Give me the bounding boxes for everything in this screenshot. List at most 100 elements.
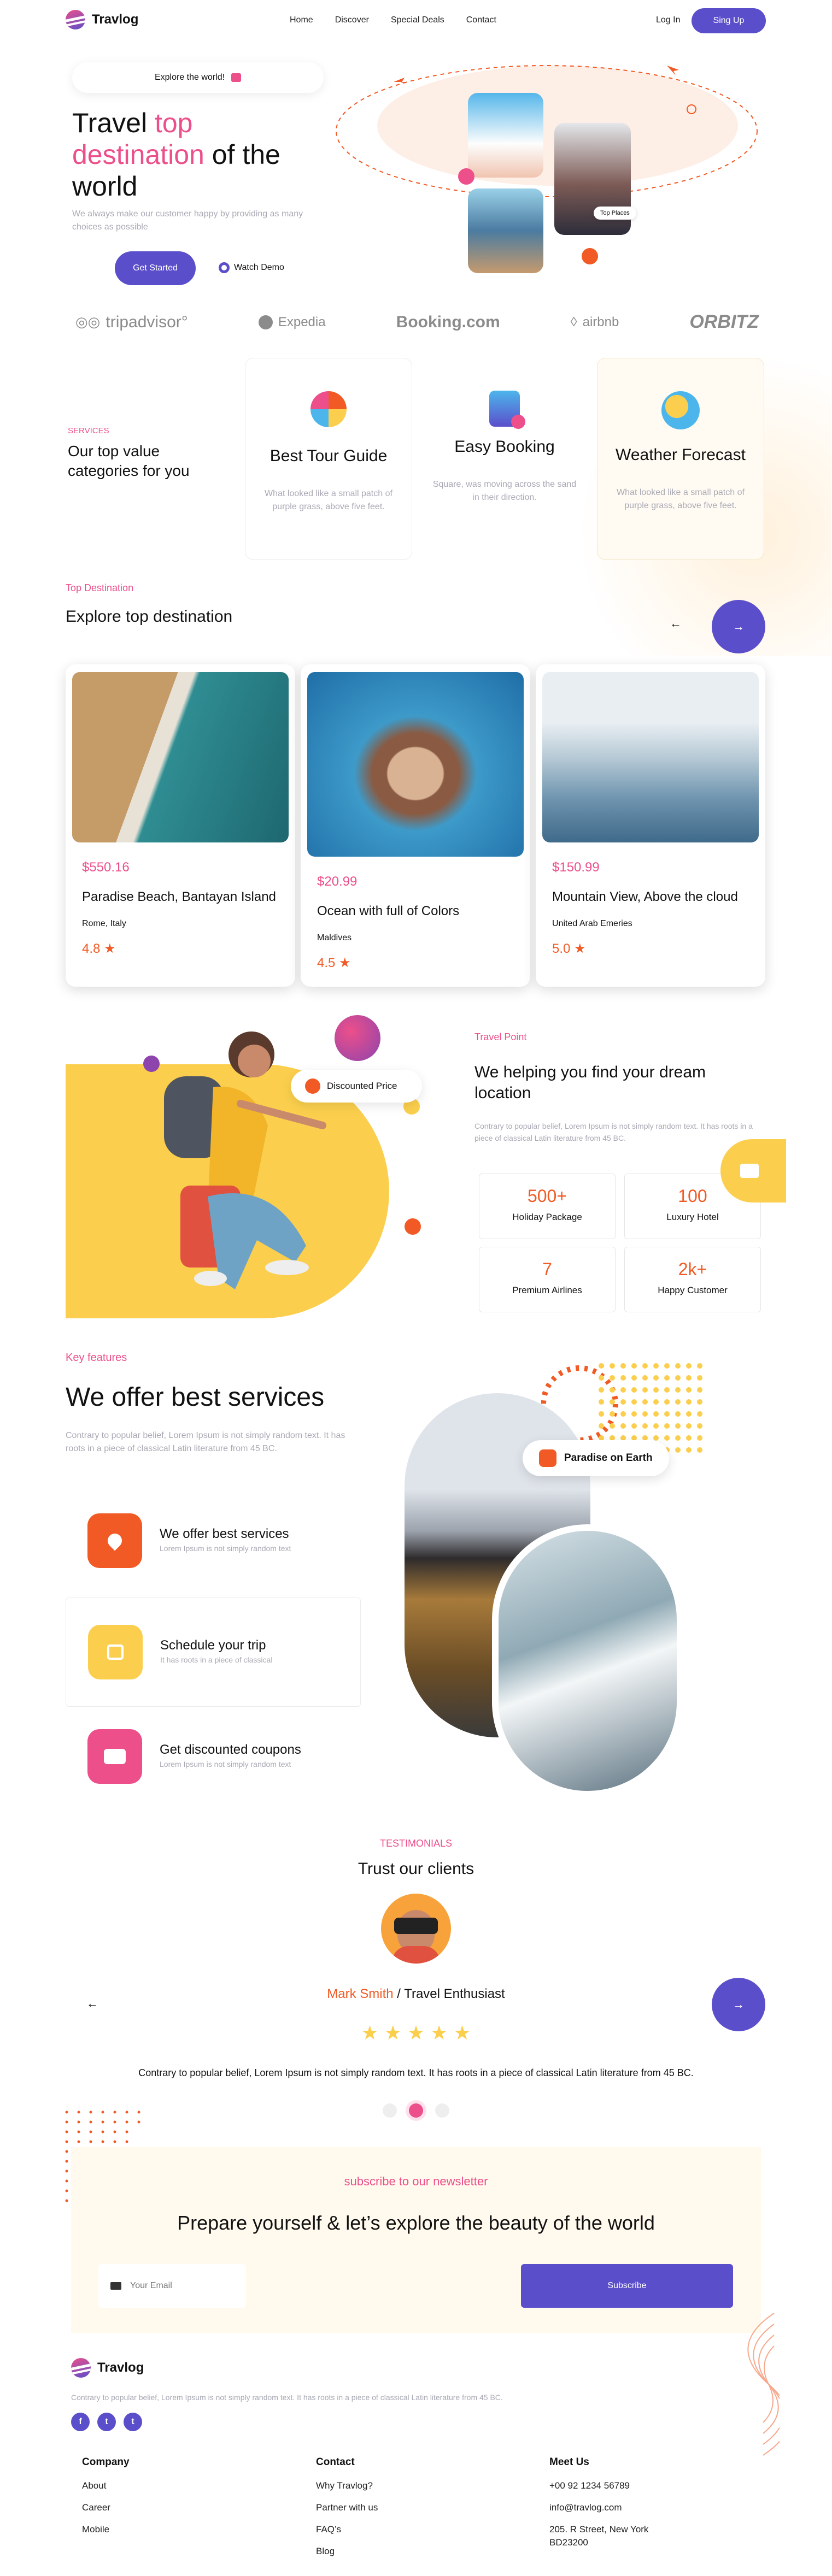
discount-badge: Discounted Price: [291, 1070, 422, 1103]
airplane-icon: [394, 78, 407, 83]
watch-demo-label: Watch Demo: [234, 263, 284, 272]
hero-title-highlight: top: [154, 108, 193, 138]
facebook-icon[interactable]: f: [71, 2413, 90, 2431]
features-title: We offer best services: [66, 1383, 325, 1412]
suitcase-icon: [231, 73, 242, 82]
partner-name: tripadvisor°: [106, 313, 188, 331]
nav-special-deals[interactable]: Special Deals: [391, 15, 444, 25]
client-role: / Travel Enthusiast: [393, 1986, 505, 2001]
star-icon: ★: [104, 941, 116, 956]
client-name-line: Mark Smith / Travel Enthusiast: [0, 1986, 832, 2002]
destination-card[interactable]: $20.99 Ocean with full of Colors Maldive…: [301, 664, 530, 987]
travel-point-description: Contrary to popular belief, Lorem Ipsum …: [474, 1122, 753, 1142]
services-tag: SERVICES: [68, 426, 109, 435]
footer-link[interactable]: Career: [82, 2502, 130, 2513]
destination-image: [307, 672, 524, 857]
footer-brand-name: Travlog: [97, 2360, 144, 2375]
owl-icon: ◎◎: [75, 314, 101, 330]
feature-item[interactable]: Get discounted coupons Lorem Ipsum is not…: [66, 1724, 361, 1789]
testimonial-quote: Contrary to popular belief, Lorem Ipsum …: [138, 2067, 694, 2078]
destination-price: $150.99: [552, 860, 600, 875]
next-arrow-button[interactable]: →: [712, 600, 765, 653]
brand-name: Travlog: [92, 12, 139, 27]
hero-title-part: world: [72, 171, 138, 202]
footer-link[interactable]: Why Travlog?: [316, 2480, 378, 2491]
footer-link[interactable]: FAQ’s: [316, 2524, 378, 2535]
send-icon: [458, 168, 474, 185]
hero-photo-traveler: [468, 188, 543, 273]
social-links: f t t: [71, 2413, 142, 2431]
destination-card[interactable]: $550.16 Paradise Beach, Bantayan Island …: [66, 664, 295, 987]
footer-address: BD23200: [549, 2537, 588, 2548]
stat-card: 500+ Holiday Package: [479, 1174, 616, 1239]
ticket-tab[interactable]: [720, 1139, 786, 1202]
footer-phone[interactable]: +00 92 1234 56789: [549, 2480, 648, 2491]
brand[interactable]: Travlog: [66, 10, 138, 30]
traveler-illustration: [164, 1031, 326, 1289]
feature-title: We offer best services: [160, 1526, 289, 1541]
footer-link[interactable]: Mobile: [82, 2524, 130, 2535]
watch-demo-button[interactable]: Watch Demo: [219, 262, 284, 273]
get-started-button[interactable]: Get Started: [115, 251, 196, 285]
subscribe-button[interactable]: Subscribe: [521, 2264, 733, 2308]
carousel-dot[interactable]: [435, 2103, 449, 2118]
prev-arrow-icon[interactable]: ←: [86, 1996, 98, 2011]
feature-title: Get discounted coupons: [160, 1742, 301, 1757]
login-link[interactable]: Log In: [656, 15, 680, 25]
footer-email[interactable]: info@travlog.com: [549, 2502, 648, 2513]
nav-discover[interactable]: Discover: [335, 15, 369, 25]
service-card[interactable]: Easy Booking Square, was moving across t…: [421, 358, 588, 560]
stat-label: Premium Airlines: [512, 1285, 582, 1295]
hero-pill-text: Explore the world!: [154, 73, 225, 82]
feature-title: Schedule your trip: [160, 1638, 266, 1653]
play-icon: [219, 262, 230, 273]
service-card[interactable]: Best Tour Guide What looked like a small…: [245, 358, 412, 560]
email-field[interactable]: [98, 2264, 246, 2308]
next-arrow-button[interactable]: →: [712, 1978, 765, 2031]
footer-link[interactable]: Partner with us: [316, 2502, 378, 2513]
services-title: Our top value categories for you: [68, 443, 190, 479]
signup-button[interactable]: Sing Up: [692, 8, 766, 33]
destination-rating: 4.5: [317, 956, 336, 970]
footer-brand[interactable]: Travlog: [71, 2358, 144, 2378]
footer-link[interactable]: Blog: [316, 2546, 378, 2557]
hero-pill: Explore the world!: [72, 62, 324, 93]
testimonials-tag: TESTIMONIALS: [379, 1838, 453, 1849]
stat-number: 500+: [527, 1186, 567, 1206]
booking-phone-icon: [489, 391, 525, 429]
destination-location: Rome, Italy: [82, 919, 126, 928]
carousel-dot-active[interactable]: [409, 2103, 423, 2118]
feature-item[interactable]: We offer best services Lorem Ipsum is not…: [66, 1508, 361, 1573]
paradise-badge: Paradise on Earth: [523, 1440, 669, 1476]
hero-title-highlight: destination: [72, 139, 204, 170]
destination-name: Paradise Beach, Bantayan Island: [82, 889, 276, 904]
twitter-icon[interactable]: t: [124, 2413, 142, 2431]
feature-desc: Lorem Ipsum is not simply random text: [160, 1544, 291, 1553]
nav-home[interactable]: Home: [290, 15, 313, 25]
prev-arrow-icon[interactable]: ←: [670, 616, 682, 630]
testimonials-title: Trust our clients: [358, 1860, 474, 1878]
stat-label: Holiday Package: [512, 1212, 582, 1222]
twitter-icon[interactable]: t: [97, 2413, 116, 2431]
main-nav: Home Discover Special Deals Contact: [290, 15, 496, 25]
feature-desc: Lorem Ipsum is not simply random text: [160, 1760, 291, 1769]
hero-map-illustration: [336, 65, 758, 197]
destination-rating: 4.8: [82, 941, 101, 956]
airplane-icon: [667, 66, 679, 75]
destination-card[interactable]: $150.99 Mountain View, Above the cloud U…: [536, 664, 765, 987]
client-avatar: [381, 1894, 451, 1964]
destination-name: Mountain View, Above the cloud: [552, 889, 738, 904]
service-desc: Square, was moving across the sand in th…: [432, 480, 577, 502]
feature-item[interactable]: Schedule your trip It has roots in a piec…: [66, 1598, 361, 1707]
footer-heading: Company: [82, 2456, 130, 2468]
nav-contact[interactable]: Contact: [466, 15, 496, 25]
email-input[interactable]: [130, 2281, 228, 2291]
destination-location: Maldives: [317, 933, 352, 942]
paradise-badge-label: Paradise on Earth: [564, 1452, 653, 1464]
carousel-dot[interactable]: [383, 2103, 397, 2118]
upload-icon: [582, 248, 598, 264]
service-card[interactable]: Weather Forecast What looked like a smal…: [597, 358, 764, 560]
footer-link[interactable]: About: [82, 2480, 130, 2491]
stat-label: Happy Customer: [658, 1285, 728, 1295]
footer-heading: Meet Us: [549, 2456, 589, 2468]
